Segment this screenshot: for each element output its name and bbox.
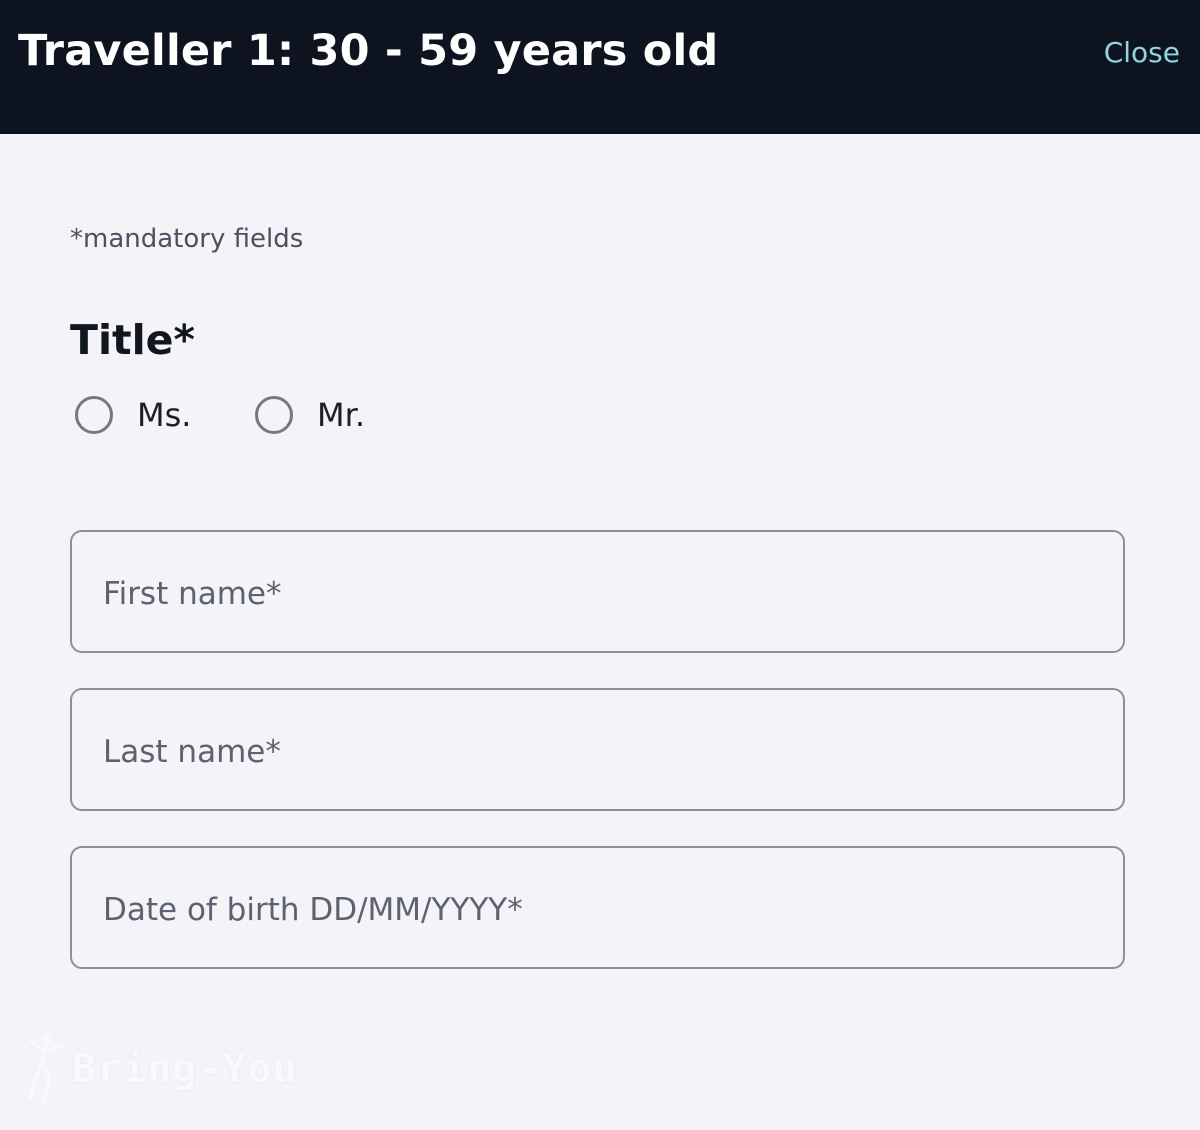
close-button[interactable]: Close xyxy=(1104,36,1180,69)
radio-circle-icon[interactable] xyxy=(75,396,113,434)
title-option-label: Ms. xyxy=(137,396,192,434)
radio-circle-icon[interactable] xyxy=(255,396,293,434)
date-of-birth-placeholder: Date of birth DD/MM/YYYY* xyxy=(103,892,523,928)
dancer-figure-icon xyxy=(28,1035,62,1103)
watermark-text: Bring-You xyxy=(72,1046,298,1092)
title-section-heading: Title* xyxy=(70,316,195,364)
first-name-field[interactable]: First name* xyxy=(70,530,1125,653)
title-option-mr[interactable]: Mr. xyxy=(255,392,365,438)
first-name-placeholder: First name* xyxy=(103,576,282,612)
watermark: Bring-You xyxy=(22,1034,298,1104)
header-bar: Traveller 1: 30 - 59 years old Close xyxy=(0,0,1200,134)
last-name-placeholder: Last name* xyxy=(103,734,281,770)
last-name-field[interactable]: Last name* xyxy=(70,688,1125,811)
page-title: Traveller 1: 30 - 59 years old xyxy=(18,26,719,76)
title-option-label: Mr. xyxy=(317,396,365,434)
title-option-ms[interactable]: Ms. xyxy=(75,392,191,438)
mandatory-fields-note: *mandatory fields xyxy=(70,224,304,254)
date-of-birth-field[interactable]: Date of birth DD/MM/YYYY* xyxy=(70,846,1125,969)
